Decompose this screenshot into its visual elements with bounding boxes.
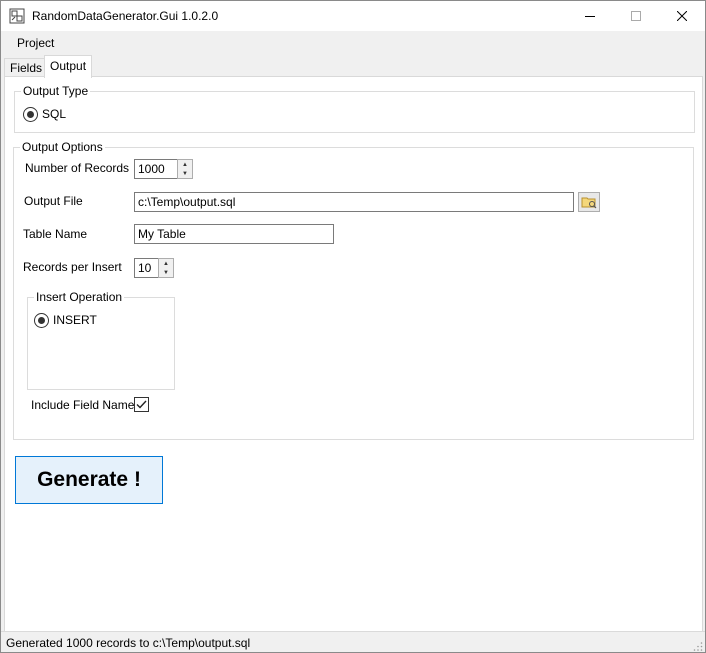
- sql-radio[interactable]: [23, 107, 38, 122]
- output-file-input[interactable]: [134, 192, 574, 212]
- records-per-insert-label: Records per Insert: [23, 260, 122, 274]
- records-per-insert-input[interactable]: [134, 258, 160, 278]
- menu-item-project[interactable]: Project: [9, 36, 62, 50]
- minimize-button[interactable]: [567, 1, 613, 31]
- app-window: RandomDataGenerator.Gui 1.0.2.0 Project …: [0, 0, 706, 653]
- include-field-names-label: Include Field Names: [31, 398, 141, 412]
- window-title: RandomDataGenerator.Gui 1.0.2.0: [32, 9, 219, 23]
- records-per-insert-stepper[interactable]: ▲ ▼: [158, 258, 174, 278]
- insert-radio[interactable]: [34, 313, 49, 328]
- radio-selected-dot: [27, 111, 34, 118]
- output-options-group: Output Options Number of Records ▲ ▼ Out…: [13, 140, 694, 440]
- close-icon: [677, 11, 687, 21]
- folder-browse-icon: [581, 197, 597, 209]
- close-button[interactable]: [659, 1, 705, 31]
- include-field-names-checkbox[interactable]: [134, 397, 149, 412]
- resize-grip-icon[interactable]: [693, 641, 703, 651]
- output-type-title: Output Type: [21, 84, 91, 98]
- menu-bar: Project: [1, 31, 705, 55]
- radio-selected-dot: [38, 317, 45, 324]
- check-icon: [136, 400, 147, 409]
- insert-operation-title: Insert Operation: [34, 290, 125, 304]
- output-options-title: Output Options: [20, 140, 105, 154]
- number-of-records-input[interactable]: [134, 159, 179, 179]
- spin-up-icon[interactable]: ▲: [178, 160, 192, 169]
- tab-fields[interactable]: Fields: [4, 58, 49, 78]
- table-name-label: Table Name: [23, 227, 88, 241]
- generate-button[interactable]: Generate !: [15, 456, 163, 504]
- table-name-input[interactable]: [134, 224, 334, 244]
- output-type-group: Output Type SQL: [14, 84, 695, 133]
- spin-down-icon[interactable]: ▼: [159, 268, 173, 277]
- number-of-records-label: Number of Records: [25, 161, 130, 175]
- spin-down-icon[interactable]: ▼: [178, 169, 192, 178]
- sql-radio-label: SQL: [42, 107, 67, 121]
- spin-up-icon[interactable]: ▲: [159, 259, 173, 268]
- status-bar: Generated 1000 records to c:\Temp\output…: [1, 631, 705, 652]
- output-tab-page: Output Type SQL Output Options Number of…: [4, 76, 703, 632]
- insert-radio-label: INSERT: [53, 313, 97, 327]
- output-file-label: Output File: [24, 194, 83, 208]
- tab-output[interactable]: Output: [44, 55, 93, 78]
- maximize-icon: [631, 11, 641, 21]
- insert-operation-group: Insert Operation INSERT: [27, 290, 175, 390]
- browse-button[interactable]: [578, 192, 600, 212]
- number-of-records-stepper[interactable]: ▲ ▼: [177, 159, 193, 179]
- minimize-icon: [585, 16, 595, 17]
- status-text: Generated 1000 records to c:\Temp\output…: [6, 636, 251, 650]
- tab-strip: Fields Output: [1, 55, 705, 78]
- maximize-button[interactable]: [613, 1, 659, 31]
- title-bar[interactable]: RandomDataGenerator.Gui 1.0.2.0: [1, 1, 705, 31]
- app-icon: [9, 8, 25, 24]
